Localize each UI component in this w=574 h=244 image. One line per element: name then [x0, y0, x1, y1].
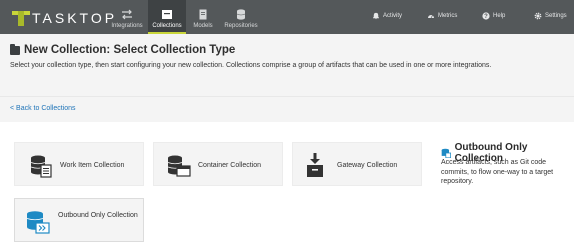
top-nav: TASKTOP Integrations Collections Models … [0, 0, 574, 34]
document-icon [199, 9, 207, 20]
card-label: Work Item Collection [60, 162, 125, 169]
database-icon [236, 9, 246, 20]
card-container-collection[interactable]: Container Collection [153, 142, 283, 186]
bell-icon [372, 12, 380, 20]
folder-icon [162, 10, 172, 19]
nav-help-label: Help [493, 13, 506, 19]
card-label: Gateway Collection [337, 162, 398, 169]
nav-metrics-label: Metrics [438, 13, 458, 19]
logo-text: TASKTOP [32, 10, 118, 26]
page-header: New Collection: Select Collection Type S… [0, 34, 574, 96]
gear-icon [534, 12, 542, 20]
card-label: Outbound Only Collection [58, 212, 138, 219]
nav-activity[interactable]: Activity [372, 12, 402, 20]
nav-help[interactable]: ? Help [482, 12, 505, 20]
tab-collections[interactable]: Collections [148, 0, 186, 34]
tab-label: Models [193, 23, 213, 29]
nav-activity-label: Activity [383, 13, 403, 19]
gauge-icon [428, 15, 434, 19]
card-gateway-collection[interactable]: Gateway Collection [292, 142, 422, 186]
nav-settings[interactable]: Settings [534, 12, 567, 20]
back-bar: < Back to Collections [0, 96, 574, 122]
tasktop-logo-icon [12, 9, 30, 27]
tasktop-logo[interactable]: TASKTOP [12, 8, 117, 28]
tab-label: Integrations [111, 23, 143, 29]
outbound-collection-icon [26, 211, 50, 234]
card-label: Container Collection [198, 162, 262, 169]
work-item-collection-icon [30, 155, 52, 178]
question-icon: ? [482, 12, 490, 20]
tab-label: Repositories [224, 23, 258, 29]
gateway-collection-icon [307, 153, 323, 177]
card-work-item-collection[interactable]: Work Item Collection [14, 142, 144, 186]
tab-integrations[interactable]: Integrations [108, 0, 146, 34]
card-outbound-only-collection[interactable]: Outbound Only Collection [14, 198, 144, 242]
tab-label: Collections [152, 23, 182, 29]
outbound-collection-icon [441, 148, 451, 158]
title-row: New Collection: Select Collection Type [10, 43, 236, 56]
nav-settings-label: Settings [545, 13, 567, 19]
nav-metrics[interactable]: Metrics [427, 12, 457, 20]
folder-icon [10, 43, 20, 55]
page-title: New Collection: Select Collection Type [24, 44, 236, 56]
back-to-collections-link[interactable]: < Back to Collections [10, 105, 76, 112]
tab-models[interactable]: Models [188, 0, 218, 34]
side-panel-description: Access artifacts, such as Git code commi… [441, 159, 554, 185]
svg-text:?: ? [484, 14, 488, 20]
tab-repositories[interactable]: Repositories [220, 0, 262, 34]
page-description: Select your collection type, then start … [10, 62, 492, 69]
arrows-icon [122, 9, 132, 20]
container-collection-icon [167, 155, 191, 177]
